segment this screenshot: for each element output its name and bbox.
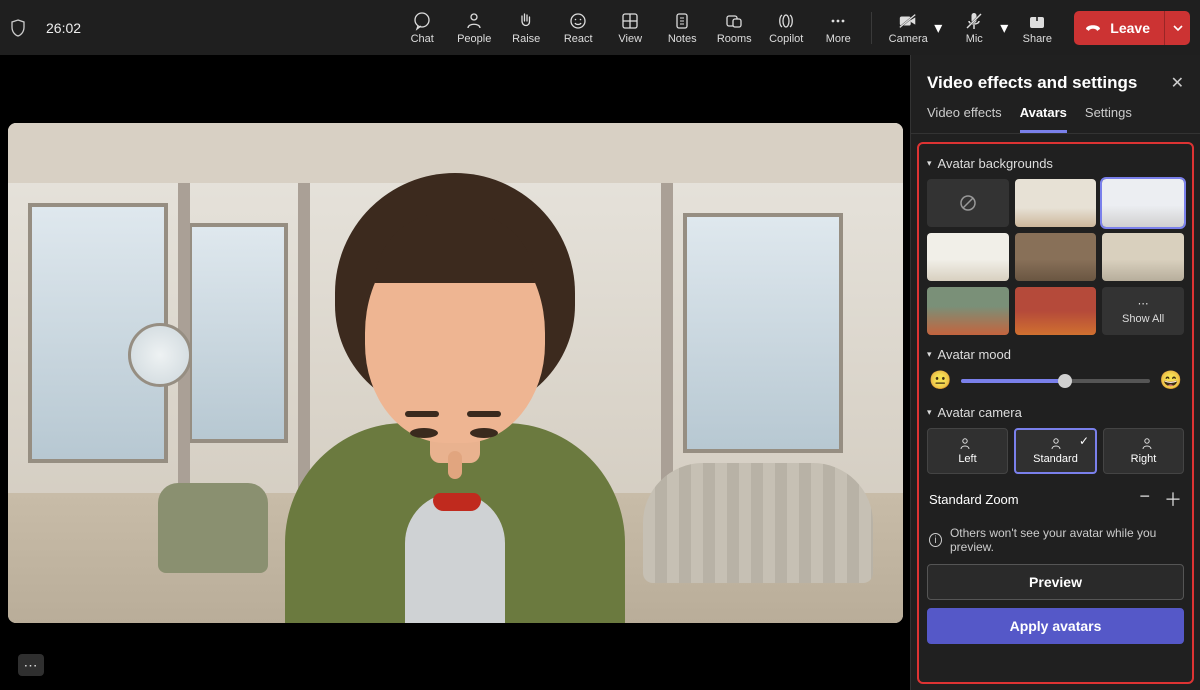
- copilot-button[interactable]: Copilot: [763, 11, 809, 45]
- mic-chevron-icon[interactable]: ▾: [1000, 18, 1008, 38]
- background-option-7[interactable]: [1015, 287, 1097, 335]
- caret-down-icon: ▾: [927, 349, 932, 360]
- share-button[interactable]: Share: [1014, 11, 1060, 45]
- background-option-5[interactable]: [1102, 233, 1184, 281]
- video-effects-panel: Video effects and settings ✕ Video effec…: [910, 55, 1200, 690]
- background-show-all[interactable]: ⋯ Show All: [1102, 287, 1184, 335]
- section-avatar-backgrounds[interactable]: ▾ Avatar backgrounds: [927, 156, 1184, 171]
- chat-button[interactable]: Chat: [399, 11, 445, 45]
- camera-opt-right[interactable]: Right: [1103, 428, 1184, 474]
- none-icon: [958, 193, 978, 213]
- video-stage: ⋯: [0, 55, 910, 690]
- close-panel-button[interactable]: ✕: [1171, 73, 1184, 93]
- raise-hand-button[interactable]: Raise: [503, 11, 549, 45]
- background-option-3[interactable]: [927, 233, 1009, 281]
- panel-title: Video effects and settings: [927, 73, 1137, 93]
- people-button[interactable]: People: [451, 11, 497, 45]
- mic-off-icon: [964, 11, 984, 31]
- checkmark-icon: ✓: [1079, 434, 1089, 448]
- notes-icon: [672, 11, 692, 31]
- react-button[interactable]: React: [555, 11, 601, 45]
- background-option-6[interactable]: [927, 287, 1009, 335]
- mood-slider[interactable]: [961, 379, 1149, 383]
- chevron-down-icon: [1173, 23, 1183, 33]
- view-icon: [620, 11, 640, 31]
- view-button[interactable]: View: [607, 11, 653, 45]
- raise-hand-icon: [516, 11, 536, 31]
- background-option-2[interactable]: [1102, 179, 1184, 227]
- camera-off-icon: [898, 11, 918, 31]
- neutral-face-icon: 😐: [929, 370, 951, 391]
- meeting-top-bar: 26:02 Chat People Raise React View Notes…: [0, 0, 1200, 55]
- tab-avatars[interactable]: Avatars: [1020, 105, 1067, 133]
- copilot-icon: [776, 11, 796, 31]
- person-center-icon: [1047, 437, 1065, 451]
- video-context-menu-button[interactable]: ⋯: [18, 654, 44, 676]
- zoom-label: Standard Zoom: [929, 492, 1019, 507]
- camera-opt-standard[interactable]: ✓ Standard: [1014, 428, 1097, 474]
- mic-button[interactable]: Mic: [948, 11, 1000, 45]
- camera-opt-left[interactable]: Left: [927, 428, 1008, 474]
- avatar-preview: [8, 123, 903, 623]
- leave-chevron-button[interactable]: [1164, 11, 1190, 45]
- apply-avatars-button[interactable]: Apply avatars: [927, 608, 1184, 644]
- zoom-out-button[interactable]: −: [1139, 486, 1150, 512]
- person-left-icon: [959, 437, 977, 451]
- rooms-icon: [724, 11, 744, 31]
- caret-down-icon: ▾: [927, 407, 932, 418]
- hangup-icon: [1084, 21, 1102, 35]
- toolbar-divider: [871, 12, 872, 44]
- leave-button[interactable]: Leave: [1074, 11, 1164, 45]
- preview-info-text: Others won't see your avatar while you p…: [950, 526, 1182, 554]
- camera-chevron-icon[interactable]: ▾: [934, 18, 942, 38]
- background-option-4[interactable]: [1015, 233, 1097, 281]
- section-avatar-camera[interactable]: ▾ Avatar camera: [927, 405, 1184, 420]
- info-icon: i: [929, 533, 942, 547]
- caret-down-icon: ▾: [927, 158, 932, 169]
- preview-button[interactable]: Preview: [927, 564, 1184, 600]
- happy-face-icon: 😄: [1160, 370, 1182, 391]
- chat-icon: [412, 11, 432, 31]
- zoom-in-button[interactable]: ＋: [1164, 486, 1182, 512]
- more-icon: ⋯: [1138, 297, 1149, 310]
- avatars-options-highlight: ▾ Avatar backgrounds ⋯ Show All: [917, 142, 1194, 684]
- more-icon: [828, 11, 848, 31]
- section-avatar-mood[interactable]: ▾ Avatar mood: [927, 347, 1184, 362]
- more-button[interactable]: More: [815, 11, 861, 45]
- share-icon: [1027, 11, 1047, 31]
- background-option-1[interactable]: [1015, 179, 1097, 227]
- tab-settings[interactable]: Settings: [1085, 105, 1132, 133]
- tab-video-effects[interactable]: Video effects: [927, 105, 1002, 133]
- people-icon: [464, 11, 484, 31]
- camera-button[interactable]: Camera: [882, 11, 934, 45]
- rooms-button[interactable]: Rooms: [711, 11, 757, 45]
- person-right-icon: [1135, 437, 1153, 451]
- react-icon: [568, 11, 588, 31]
- shield-icon[interactable]: [10, 19, 30, 37]
- notes-button[interactable]: Notes: [659, 11, 705, 45]
- meeting-timer: 26:02: [46, 20, 106, 36]
- background-none[interactable]: [927, 179, 1009, 227]
